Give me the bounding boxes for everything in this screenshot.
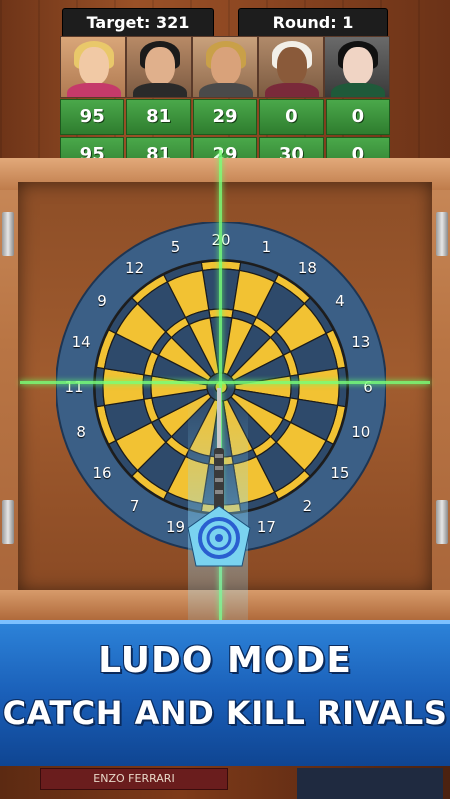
board-number: 2: [302, 496, 313, 515]
board-number: 1: [261, 238, 272, 257]
bottom-dark-panel: [297, 768, 443, 799]
score-cell: 29: [192, 99, 258, 135]
mode-banner: LUDO MODE CATCH AND KILL RIVALS: [0, 620, 450, 770]
avatar-player-4[interactable]: [258, 36, 324, 98]
aim-crosshair-horizontal: [20, 381, 430, 384]
board-number: 14: [71, 332, 91, 351]
hinge-icon: [2, 500, 14, 544]
hinge-icon: [436, 500, 448, 544]
banner-subtitle: CATCH AND KILL RIVALS: [2, 694, 448, 732]
board-number: 10: [351, 423, 371, 442]
board-number: 15: [330, 464, 350, 483]
score-cell: 0: [325, 99, 391, 135]
avatar-player-5[interactable]: [324, 36, 390, 98]
avatar-player-3[interactable]: [192, 36, 258, 98]
board-number: 8: [76, 423, 86, 442]
board-number: 18: [297, 259, 317, 278]
board-number: 13: [351, 332, 371, 351]
name-plate: ENZO FERRARI: [40, 768, 228, 790]
board-number: 4: [335, 291, 345, 310]
banner-title: LUDO MODE: [98, 640, 352, 681]
round-label: Round: 1: [238, 8, 388, 38]
target-label: Target: 321: [62, 8, 214, 38]
board-number: 12: [125, 259, 145, 278]
avatar-player-2[interactable]: [126, 36, 192, 98]
player-avatars: [60, 36, 390, 98]
dart-icon[interactable]: [180, 388, 260, 578]
board-number: 7: [129, 496, 140, 515]
score-cell: 95: [60, 99, 125, 135]
avatar-player-1[interactable]: [60, 36, 126, 98]
score-cell: 81: [126, 99, 191, 135]
score-cell: 0: [259, 99, 324, 135]
score-row-current: 95 81 29 0 0: [60, 99, 391, 135]
board-number: 16: [92, 464, 112, 483]
board-number: 9: [97, 291, 107, 310]
board-number: 5: [170, 238, 181, 257]
hinge-icon: [2, 212, 14, 256]
hinge-icon: [436, 212, 448, 256]
